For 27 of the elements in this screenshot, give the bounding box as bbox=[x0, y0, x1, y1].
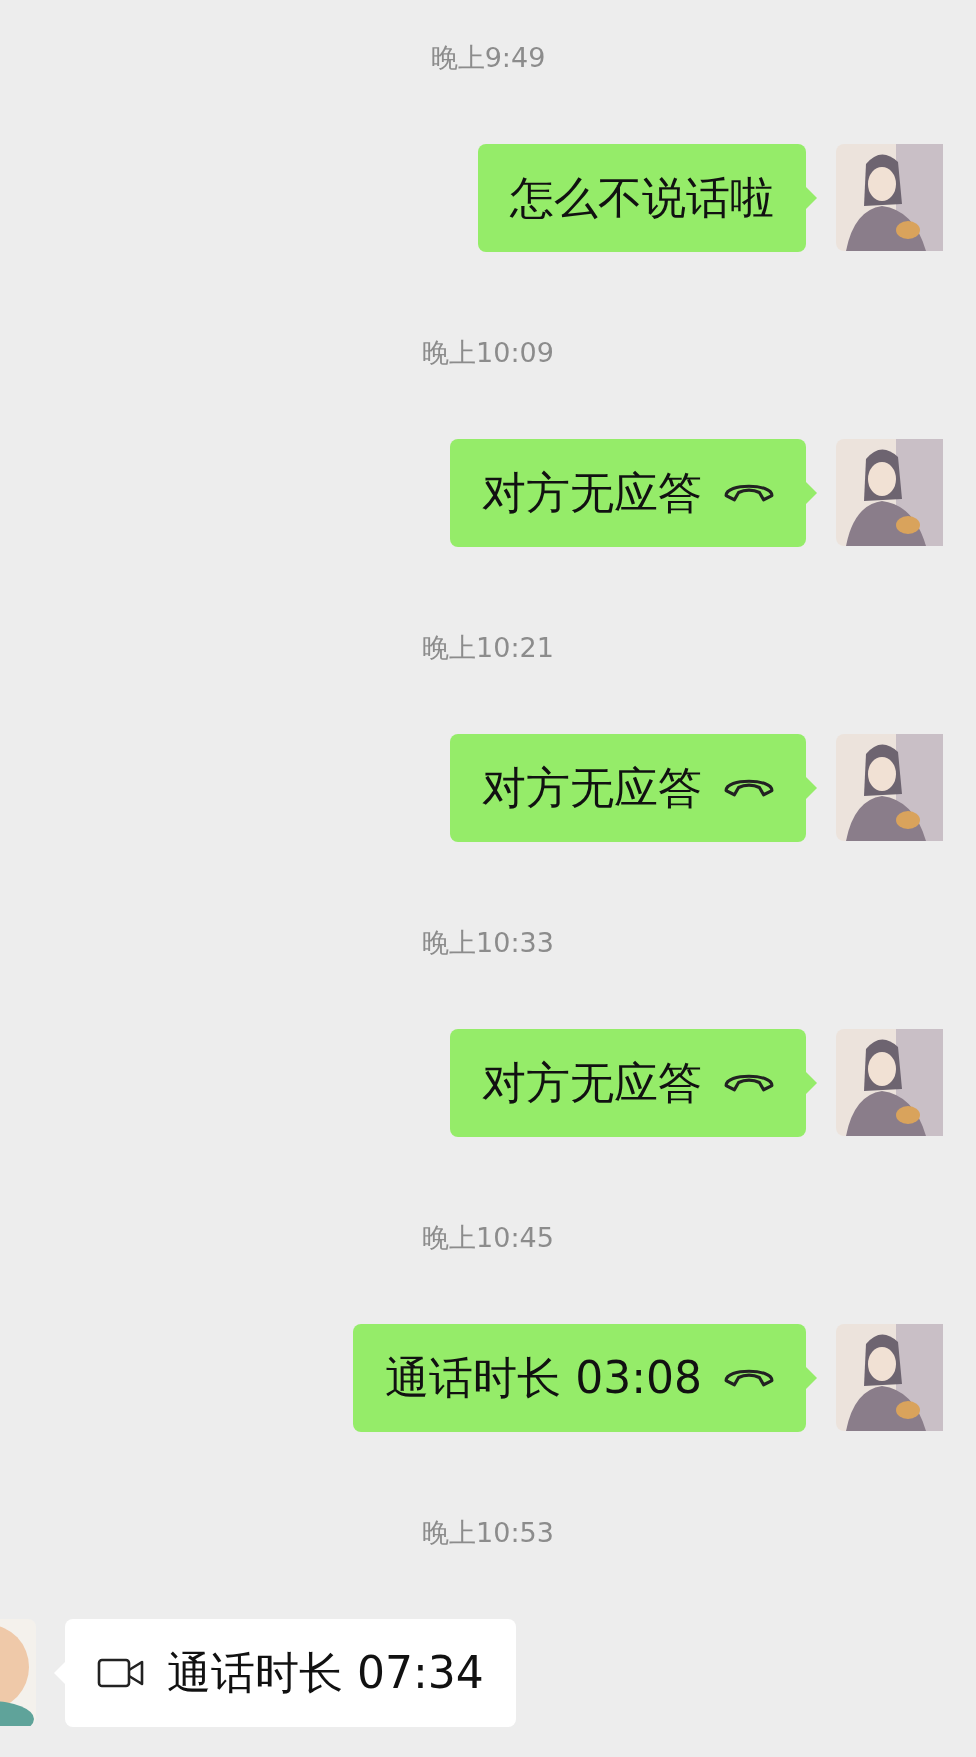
bubble-tail bbox=[806, 187, 817, 209]
timestamp: 晚上10:53 bbox=[421, 1518, 555, 1548]
timestamp: 晚上10:09 bbox=[421, 338, 555, 368]
timestamp: 晚上10:33 bbox=[421, 928, 555, 958]
avatar[interactable] bbox=[836, 1324, 943, 1431]
phone-handset-icon bbox=[724, 484, 774, 502]
phone-handset-icon bbox=[724, 1369, 774, 1387]
timestamp: 晚上9:49 bbox=[429, 43, 547, 73]
phone-handset-icon bbox=[724, 779, 774, 797]
bubble-tail bbox=[806, 1072, 817, 1094]
call-record-bubble[interactable]: 对方无应答 bbox=[450, 734, 806, 842]
call-record-bubble[interactable]: 对方无应答 bbox=[450, 1029, 806, 1137]
bubble-tail bbox=[806, 482, 817, 504]
phone-handset-icon bbox=[724, 1074, 774, 1092]
timestamp: 晚上10:45 bbox=[421, 1223, 555, 1253]
message-bubble[interactable]: 怎么不说话啦 bbox=[478, 144, 806, 252]
avatar[interactable] bbox=[836, 144, 943, 251]
call-record-bubble[interactable]: 对方无应答 bbox=[450, 439, 806, 547]
call-record-bubble[interactable]: 通话时长 03:08 bbox=[353, 1324, 806, 1432]
bubble-tail bbox=[806, 1367, 817, 1389]
call-record-bubble[interactable]: 通话时长 07:34 bbox=[65, 1619, 516, 1727]
avatar[interactable] bbox=[836, 439, 943, 546]
timestamp: 晚上10:21 bbox=[421, 633, 555, 663]
avatar[interactable] bbox=[836, 734, 943, 841]
video-camera-icon bbox=[97, 1657, 145, 1689]
bubble-tail bbox=[806, 777, 817, 799]
avatar[interactable] bbox=[836, 1029, 943, 1136]
